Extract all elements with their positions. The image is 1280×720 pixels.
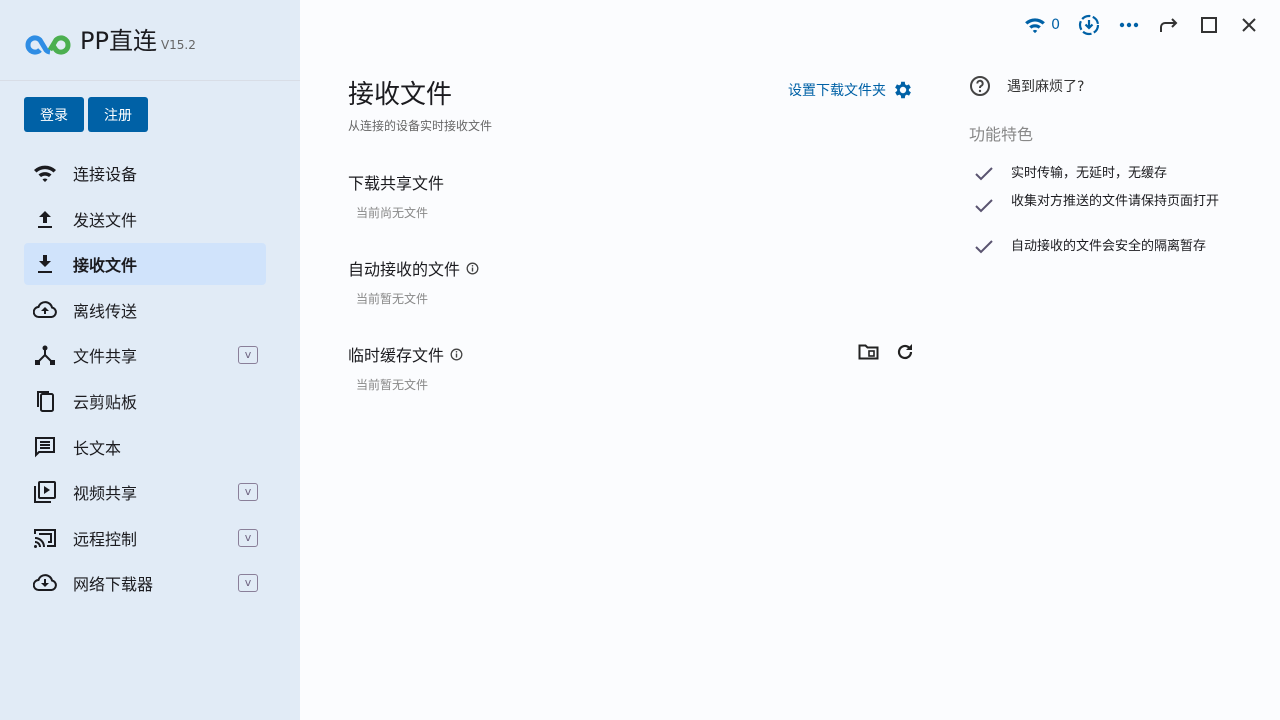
connection-status[interactable]: 0	[1024, 16, 1060, 34]
upload-icon	[38, 210, 52, 228]
page-subtitle: 从连接的设备实时接收文件	[348, 119, 493, 133]
section-shared-downloads: 下载共享文件	[348, 170, 444, 194]
sidebar-item-9[interactable]: 网络下载器 v	[24, 562, 266, 604]
copy-icon	[37, 390, 54, 412]
sidebar-item-label: 云剪贴板	[73, 392, 138, 412]
page-title: 接收文件	[348, 80, 453, 110]
sidebar-item-2[interactable]: 接收文件	[24, 243, 266, 286]
section-auto-received: 自动接收的文件	[348, 256, 479, 280]
sidebar-item-label: 远程控制	[73, 529, 138, 549]
cloud-upload-icon	[33, 300, 57, 318]
download-circle-icon	[1078, 14, 1100, 36]
feature-item: 收集对方推送的文件请保持页面打开	[975, 194, 1225, 214]
help-link[interactable]: 遇到麻烦了?	[969, 75, 1084, 97]
maximize-icon	[1201, 17, 1217, 33]
register-button[interactable]: 注册	[88, 97, 148, 132]
sidebar-item-label: 文件共享	[73, 347, 138, 367]
sidebar-item-label: 离线传送	[73, 301, 138, 321]
feature-text: 收集对方推送的文件请保持页面打开	[1011, 194, 1220, 209]
empty-message: 当前暂无文件	[356, 292, 429, 306]
maximize-button[interactable]	[1198, 14, 1220, 36]
check-icon	[975, 199, 993, 213]
help-icon	[970, 76, 990, 96]
video-library-icon	[34, 481, 56, 504]
sidebar-item-5[interactable]: 云剪贴板	[24, 380, 266, 422]
sidebar-item-1[interactable]: 发送文件	[24, 198, 266, 240]
cloud-download-icon	[33, 574, 57, 592]
sidebar-item-8[interactable]: 远程控制 v	[24, 517, 266, 559]
divider	[0, 80, 300, 81]
share-icon	[35, 345, 55, 366]
forward-icon	[1160, 18, 1178, 32]
download-icon	[38, 255, 52, 274]
sidebar-item-label: 长文本	[73, 438, 122, 458]
section-temp-cache: 临时缓存文件	[348, 342, 463, 366]
sidebar-item-label: 视频共享	[73, 484, 138, 504]
share-button[interactable]	[1158, 14, 1180, 36]
app-version: V15.2	[160, 38, 196, 52]
sidebar-item-0[interactable]: 连接设备	[24, 152, 266, 194]
more-icon	[1119, 22, 1139, 28]
open-folder-icon[interactable]	[858, 343, 879, 361]
wifi-icon	[34, 165, 56, 182]
expand-badge[interactable]: v	[238, 346, 258, 365]
logo-icon	[25, 35, 71, 55]
sidebar: PP直连 V15.2 登录 注册 连接设备发送文件接收文件离线传送文件共享 v 云剪…	[0, 0, 300, 720]
sidebar-nav: 连接设备 发送文件 接收文件 离线传送 文件共享 v 云剪贴板 长文本 视频共享 v 远程控制 v 网络…	[24, 152, 266, 608]
refresh-icon[interactable]	[895, 342, 915, 362]
feature-item: 实时传输，无延时，无缓存	[975, 166, 1225, 182]
expand-badge[interactable]: v	[238, 483, 258, 502]
expand-badge[interactable]: v	[238, 528, 258, 547]
sidebar-item-label: 连接设备	[73, 165, 138, 184]
cast-icon	[34, 528, 56, 548]
info-icon[interactable]	[466, 262, 479, 275]
sidebar-item-3[interactable]: 离线传送	[24, 289, 266, 331]
title-bar: 0	[1024, 14, 1260, 36]
check-icon	[975, 167, 993, 181]
empty-message: 当前尚无文件	[356, 206, 429, 220]
section-title: 临时缓存文件	[348, 346, 445, 365]
gear-icon	[895, 81, 911, 99]
sidebar-item-7[interactable]: 视频共享 v	[24, 471, 266, 513]
download-manager-button[interactable]	[1078, 14, 1100, 36]
connection-count: 0	[1051, 17, 1060, 33]
set-download-folder-button[interactable]: 设置下载文件夹	[788, 79, 914, 101]
wifi-icon	[1025, 18, 1045, 34]
check-icon	[975, 240, 993, 254]
sidebar-item-4[interactable]: 文件共享 v	[24, 334, 266, 376]
app-logo: PP直连 V15.2	[24, 26, 196, 56]
section-title: 自动接收的文件	[348, 260, 461, 279]
expand-badge[interactable]: v	[238, 574, 258, 593]
close-icon	[1242, 18, 1256, 32]
section-title: 下载共享文件	[348, 174, 445, 193]
message-icon	[35, 436, 55, 457]
help-label: 遇到麻烦了?	[1007, 79, 1085, 95]
set-download-folder-label: 设置下载文件夹	[788, 83, 886, 99]
empty-message: 当前暂无文件	[356, 378, 429, 392]
feature-text: 自动接收的文件会安全的隔离暂存	[1011, 239, 1207, 254]
sidebar-item-label: 发送文件	[73, 210, 138, 230]
sidebar-item-label: 接收文件	[73, 256, 138, 276]
features-title: 功能特色	[969, 125, 1034, 144]
login-button[interactable]: 登录	[24, 97, 84, 132]
feature-item: 自动接收的文件会安全的隔离暂存	[975, 239, 1225, 255]
more-button[interactable]	[1118, 14, 1140, 36]
sidebar-item-label: 网络下载器	[73, 575, 154, 595]
info-icon[interactable]	[450, 348, 463, 361]
app-name: PP直连	[80, 27, 157, 55]
sidebar-item-6[interactable]: 长文本	[24, 426, 266, 468]
close-button[interactable]	[1238, 14, 1260, 36]
feature-text: 实时传输，无延时，无缓存	[1011, 166, 1168, 181]
